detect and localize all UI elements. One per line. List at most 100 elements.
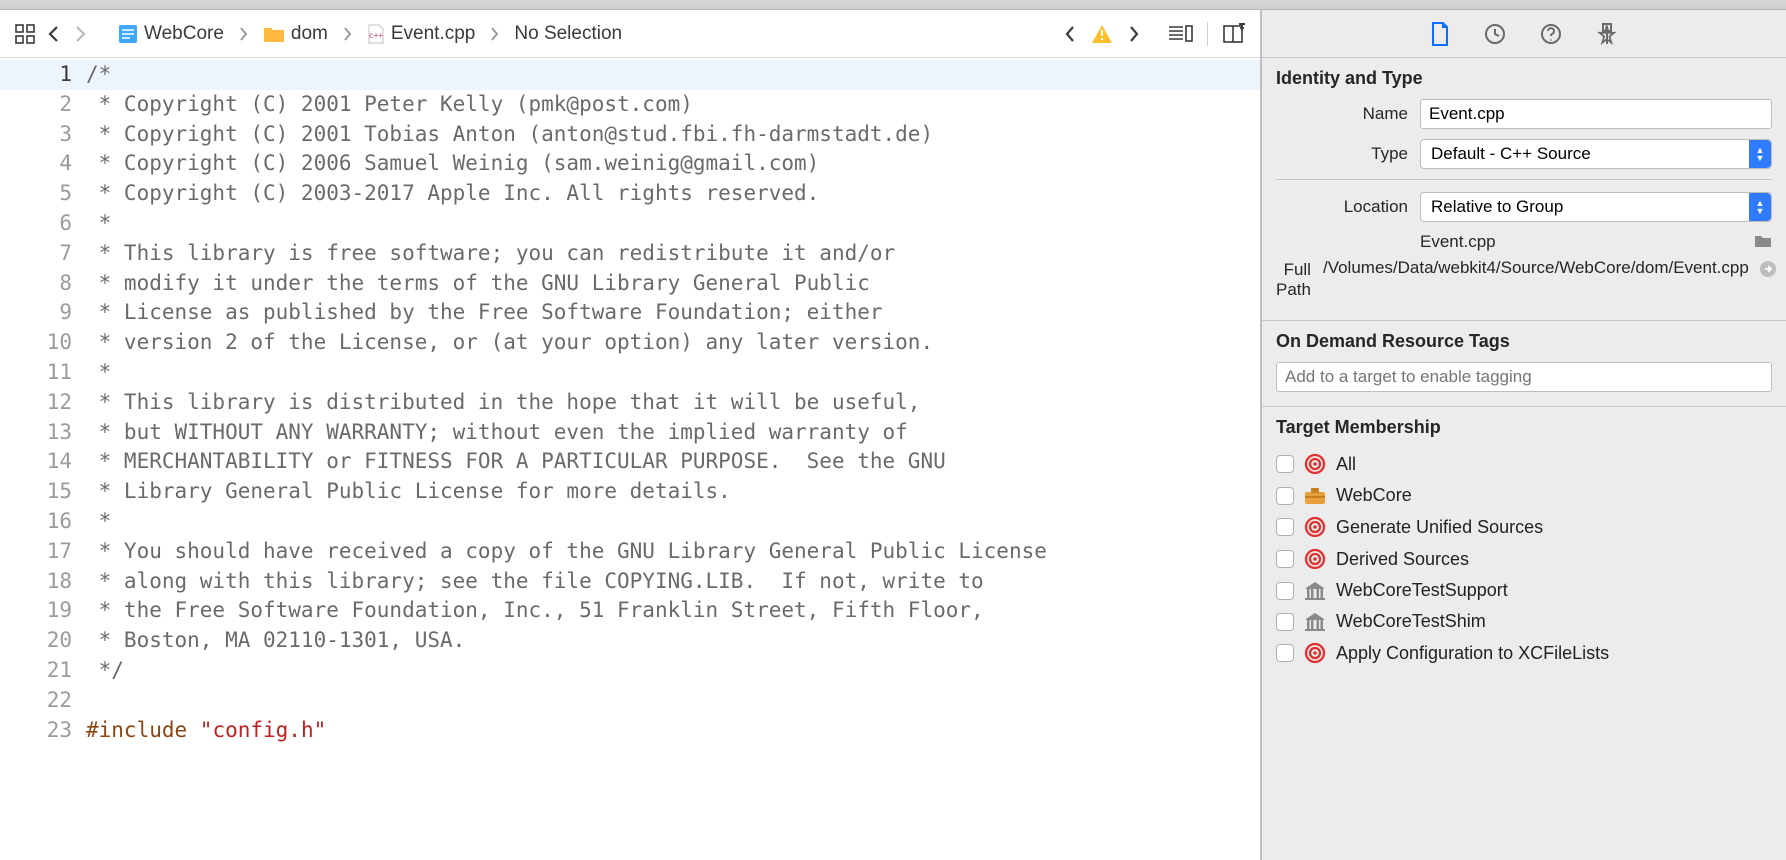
choose-folder-icon[interactable] bbox=[1754, 234, 1772, 248]
line-number[interactable]: 20 bbox=[0, 626, 86, 656]
line-number[interactable]: 6 bbox=[0, 209, 86, 239]
type-select-value: Default - C++ Source bbox=[1420, 139, 1772, 169]
code-line[interactable]: * Library General Public License for mor… bbox=[86, 477, 1260, 507]
add-editor-icon[interactable] bbox=[1222, 23, 1246, 45]
code-line[interactable]: * You should have received a copy of the… bbox=[86, 537, 1260, 567]
line-gutter[interactable]: 1234567891011121314151617181920212223 bbox=[0, 58, 86, 860]
reveal-arrow-icon[interactable] bbox=[1759, 260, 1777, 278]
breadcrumb-folder[interactable]: dom bbox=[263, 23, 328, 45]
code-line[interactable]: * the Free Software Foundation, Inc., 51… bbox=[86, 596, 1260, 626]
target-label: Apply Configuration to XCFileLists bbox=[1336, 643, 1609, 664]
inspector-tabs bbox=[1262, 10, 1786, 58]
fullpath-value: /Volumes/Data/webkit4/Source/WebCore/dom… bbox=[1323, 258, 1749, 277]
line-number[interactable]: 11 bbox=[0, 358, 86, 388]
line-number[interactable]: 17 bbox=[0, 537, 86, 567]
toolbar-divider bbox=[1207, 22, 1208, 46]
target-label: All bbox=[1336, 454, 1356, 475]
target-checkbox[interactable] bbox=[1276, 550, 1294, 568]
target-icon bbox=[1304, 453, 1326, 475]
file-inspector-tab[interactable] bbox=[1430, 22, 1450, 46]
code-line[interactable]: * bbox=[86, 358, 1260, 388]
resource-tags-section: On Demand Resource Tags bbox=[1262, 321, 1786, 407]
target-checkbox[interactable] bbox=[1276, 582, 1294, 600]
target-checkbox[interactable] bbox=[1276, 518, 1294, 536]
related-items-icon[interactable] bbox=[14, 23, 36, 45]
target-row: All bbox=[1276, 448, 1772, 480]
history-inspector-tab[interactable] bbox=[1484, 23, 1506, 45]
code-line[interactable]: * Copyright (C) 2006 Samuel Weinig (sam.… bbox=[86, 149, 1260, 179]
type-select[interactable]: Default - C++ Source ▲▼ bbox=[1420, 139, 1772, 169]
fullpath-label: Full Path bbox=[1276, 258, 1311, 300]
source-editor[interactable]: 1234567891011121314151617181920212223 /*… bbox=[0, 58, 1260, 860]
code-line[interactable]: * modify it under the terms of the GNU L… bbox=[86, 269, 1260, 299]
code-line[interactable]: * This library is free software; you can… bbox=[86, 239, 1260, 269]
location-file: Event.cpp bbox=[1420, 232, 1496, 251]
line-number[interactable]: 14 bbox=[0, 447, 86, 477]
help-inspector-tab[interactable] bbox=[1540, 23, 1562, 45]
code-line[interactable]: * along with this library; see the file … bbox=[86, 567, 1260, 597]
svg-text:c++: c++ bbox=[369, 31, 384, 40]
line-number[interactable]: 15 bbox=[0, 477, 86, 507]
code-line[interactable]: * MERCHANTABILITY or FITNESS FOR A PARTI… bbox=[86, 447, 1260, 477]
line-number[interactable]: 18 bbox=[0, 567, 86, 597]
line-number[interactable]: 7 bbox=[0, 239, 86, 269]
resource-tags-field bbox=[1276, 362, 1772, 392]
line-number[interactable]: 21 bbox=[0, 656, 86, 686]
code-line[interactable]: */ bbox=[86, 656, 1260, 686]
attributes-inspector-tab[interactable] bbox=[1596, 22, 1618, 46]
line-number[interactable]: 12 bbox=[0, 388, 86, 418]
target-checkbox[interactable] bbox=[1276, 455, 1294, 473]
code-line[interactable]: * Copyright (C) 2003-2017 Apple Inc. All… bbox=[86, 179, 1260, 209]
line-number[interactable]: 1 bbox=[0, 60, 86, 90]
line-number[interactable]: 13 bbox=[0, 418, 86, 448]
target-checkbox[interactable] bbox=[1276, 487, 1294, 505]
nav-forward-icon[interactable] bbox=[72, 23, 88, 45]
code-line[interactable]: * but WITHOUT ANY WARRANTY; without even… bbox=[86, 418, 1260, 448]
target-checkbox[interactable] bbox=[1276, 644, 1294, 662]
code-line[interactable]: #include "config.h" bbox=[86, 716, 1260, 746]
target-row: Generate Unified Sources bbox=[1276, 511, 1772, 543]
line-number[interactable]: 3 bbox=[0, 120, 86, 150]
code-line[interactable]: * version 2 of the License, or (at your … bbox=[86, 328, 1260, 358]
line-number[interactable]: 2 bbox=[0, 90, 86, 120]
issue-prev-icon[interactable] bbox=[1063, 24, 1077, 44]
warning-icon[interactable] bbox=[1091, 24, 1113, 44]
name-field[interactable] bbox=[1420, 99, 1772, 129]
code-line[interactable]: * License as published by the Free Softw… bbox=[86, 298, 1260, 328]
line-number[interactable]: 5 bbox=[0, 179, 86, 209]
code-line[interactable]: * Copyright (C) 2001 Tobias Anton (anton… bbox=[86, 120, 1260, 150]
target-checkbox[interactable] bbox=[1276, 613, 1294, 631]
location-select-value: Relative to Group bbox=[1420, 192, 1772, 222]
code-line[interactable]: * Copyright (C) 2001 Peter Kelly (pmk@po… bbox=[86, 90, 1260, 120]
target-label: WebCore bbox=[1336, 485, 1412, 506]
toolbox-icon bbox=[1304, 487, 1326, 505]
line-number[interactable]: 22 bbox=[0, 686, 86, 716]
line-number[interactable]: 23 bbox=[0, 716, 86, 746]
name-label: Name bbox=[1276, 104, 1408, 124]
code-line[interactable]: * This library is distributed in the hop… bbox=[86, 388, 1260, 418]
location-label: Location bbox=[1276, 197, 1408, 217]
code-line[interactable]: * bbox=[86, 209, 1260, 239]
updown-arrows-icon: ▲▼ bbox=[1749, 140, 1771, 168]
line-number[interactable]: 9 bbox=[0, 298, 86, 328]
breadcrumb-folder-label: dom bbox=[291, 23, 328, 45]
breadcrumb-selection[interactable]: No Selection bbox=[514, 23, 622, 45]
breadcrumb-file[interactable]: c++ Event.cpp bbox=[367, 23, 476, 45]
breadcrumb-project-label: WebCore bbox=[144, 23, 224, 45]
line-number[interactable]: 4 bbox=[0, 149, 86, 179]
code-line[interactable]: /* bbox=[86, 60, 1260, 90]
code-line[interactable] bbox=[86, 686, 1260, 716]
code-line[interactable]: * bbox=[86, 507, 1260, 537]
line-number[interactable]: 8 bbox=[0, 269, 86, 299]
window-toolbar-strip bbox=[0, 0, 1786, 10]
breadcrumb-project[interactable]: WebCore bbox=[118, 23, 224, 45]
line-number[interactable]: 19 bbox=[0, 596, 86, 626]
line-number[interactable]: 10 bbox=[0, 328, 86, 358]
issue-next-icon[interactable] bbox=[1127, 24, 1141, 44]
adjust-editor-icon[interactable] bbox=[1167, 23, 1193, 45]
code-line[interactable]: * Boston, MA 02110-1301, USA. bbox=[86, 626, 1260, 656]
nav-back-icon[interactable] bbox=[46, 23, 62, 45]
code-content[interactable]: /* * Copyright (C) 2001 Peter Kelly (pmk… bbox=[86, 58, 1260, 860]
location-select[interactable]: Relative to Group ▲▼ bbox=[1420, 192, 1772, 222]
line-number[interactable]: 16 bbox=[0, 507, 86, 537]
